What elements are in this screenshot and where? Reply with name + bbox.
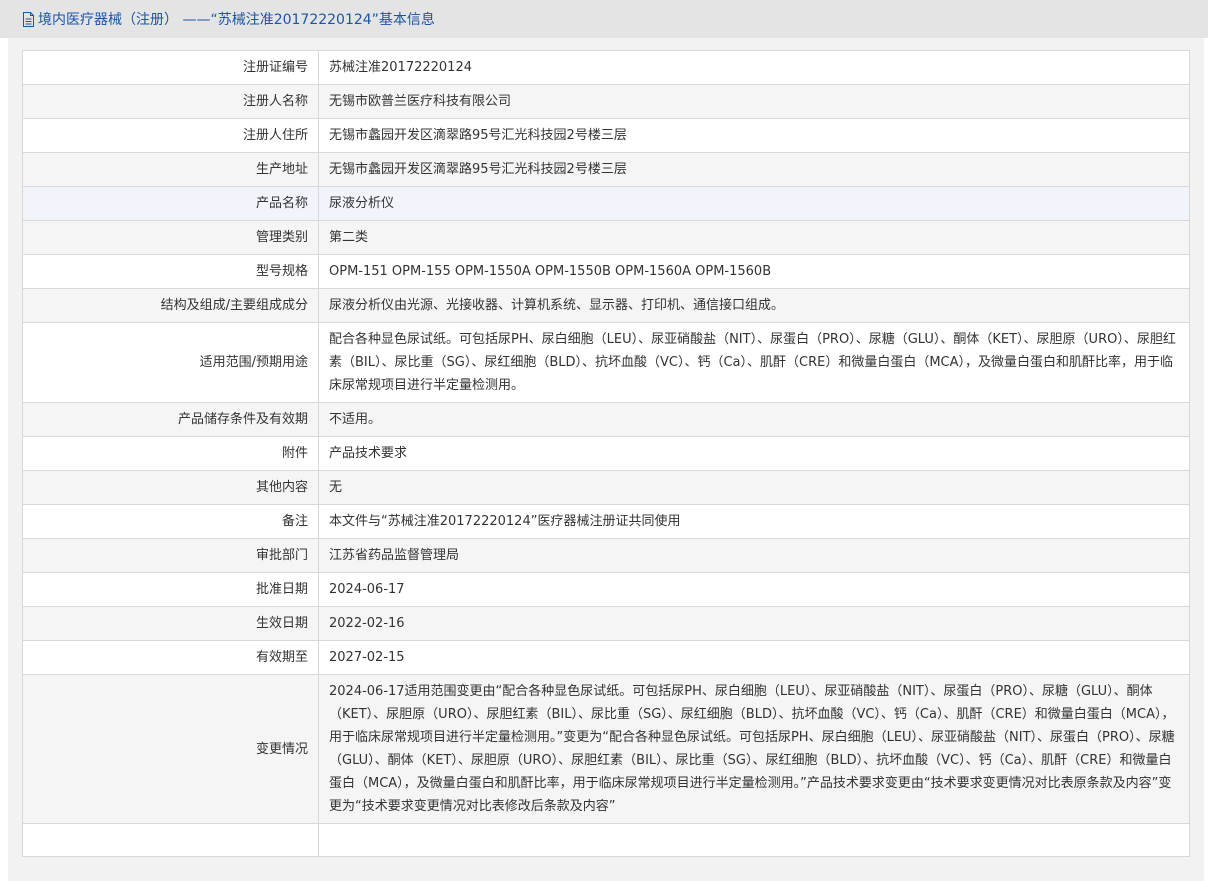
row-value: 江苏省药品监督管理局 [318, 538, 1190, 573]
row-value: 本文件与“苏械注准20172220124”医疗器械注册证共同使用 [318, 504, 1190, 539]
table-row: 变更情况 2024-06-17适用范围变更由“配合各种显色尿试纸。可包括尿PH、尿… [22, 674, 1190, 824]
page-header: 境内医疗器械（注册） ——“苏械注准20172220124”基本信息 [0, 0, 1208, 38]
table-row: 注册人名称 无锡市欧普兰医疗科技有限公司 [22, 84, 1190, 119]
row-label: 产品储存条件及有效期 [22, 402, 319, 437]
table-row: 其他内容无 [22, 470, 1190, 505]
row-label: 管理类别 [22, 220, 319, 255]
table-row: 型号规格 OPM-151 OPM-155 OPM-1550A OPM-1550B … [22, 254, 1190, 289]
row-value: 尿液分析仪由光源、光接收器、计算机系统、显示器、打印机、通信接口组成。 [318, 288, 1190, 323]
table-row: 结构及组成/主要组成成分 尿液分析仪由光源、光接收器、计算机系统、显示器、打印机、… [22, 288, 1190, 323]
table-row: 生效日期 2022-02-16 [22, 606, 1190, 641]
row-value: 无锡市蠡园开发区滴翠路95号汇光科技园2号楼三层 [318, 152, 1190, 187]
table-row: 附件 产品技术要求 [22, 436, 1190, 471]
row-value: 无锡市欧普兰医疗科技有限公司 [318, 84, 1190, 119]
table-row: 注册人住所 无锡市蠡园开发区滴翠路95号汇光科技园2号楼三层 [22, 118, 1190, 153]
row-label: 生产地址 [22, 152, 319, 187]
table-row: 产品名称 尿液分析仪 [22, 186, 1190, 221]
row-label: 审批部门 [22, 538, 319, 573]
content-panel: 注册证编号 苏械注准20172220124 注册人名称 无锡市欧普兰医疗科技有限公司注… [8, 38, 1204, 881]
row-label: 产品名称 [22, 186, 319, 221]
row-label: 有效期至 [22, 640, 319, 675]
table-row: 生产地址 无锡市蠡园开发区滴翠路95号汇光科技园2号楼三层 [22, 152, 1190, 187]
table-row: 有效期至 2027-02-15 [22, 640, 1190, 675]
row-value: 尿液分析仪 [318, 186, 1190, 221]
row-label [22, 823, 319, 857]
document-icon [22, 11, 35, 27]
row-label: 备注 [22, 504, 319, 539]
page-title: 境内医疗器械（注册） ——“苏械注准20172220124”基本信息 [38, 12, 435, 28]
row-value: 2024-06-17适用范围变更由“配合各种显色尿试纸。可包括尿PH、尿白细胞（… [318, 674, 1190, 824]
row-label: 批准日期 [22, 572, 319, 607]
row-label: 变更情况 [22, 674, 319, 824]
row-label: 附件 [22, 436, 319, 471]
table-row: 管理类别 第二类 [22, 220, 1190, 255]
row-label: 适用范围/预期用途 [22, 322, 319, 403]
row-value: 苏械注准20172220124 [318, 50, 1190, 85]
row-value [318, 823, 1190, 857]
info-table-body: 注册证编号 苏械注准20172220124 注册人名称 无锡市欧普兰医疗科技有限公司注… [22, 50, 1190, 857]
row-label: 注册人住所 [22, 118, 319, 153]
row-label: 注册证编号 [22, 50, 319, 85]
table-row: 批准日期 2024-06-17 [22, 572, 1190, 607]
row-value: 不适用。 [318, 402, 1190, 437]
row-label: 其他内容 [22, 470, 319, 505]
row-label: 生效日期 [22, 606, 319, 641]
table-row: 备注 本文件与“苏械注准20172220124”医疗器械注册证共同使用 [22, 504, 1190, 539]
table-row [22, 823, 1190, 857]
row-value: 配合各种显色尿试纸。可包括尿PH、尿白细胞（LEU）、尿亚硝酸盐（NIT）、尿蛋… [318, 322, 1190, 403]
table-row: 适用范围/预期用途 配合各种显色尿试纸。可包括尿PH、尿白细胞（LEU）、尿亚硝酸… [22, 322, 1190, 403]
table-row: 审批部门 江苏省药品监督管理局 [22, 538, 1190, 573]
table-row: 产品储存条件及有效期 不适用。 [22, 402, 1190, 437]
info-table: 注册证编号 苏械注准20172220124 注册人名称 无锡市欧普兰医疗科技有限公司注… [22, 50, 1190, 857]
row-value: 2027-02-15 [318, 640, 1190, 675]
row-value: 2024-06-17 [318, 572, 1190, 607]
row-value: 无锡市蠡园开发区滴翠路95号汇光科技园2号楼三层 [318, 118, 1190, 153]
row-value: 产品技术要求 [318, 436, 1190, 471]
row-value: 2022-02-16 [318, 606, 1190, 641]
row-label: 型号规格 [22, 254, 319, 289]
row-label: 注册人名称 [22, 84, 319, 119]
row-value: 第二类 [318, 220, 1190, 255]
row-value: OPM-151 OPM-155 OPM-1550A OPM-1550B OPM-… [318, 254, 1190, 289]
row-label: 结构及组成/主要组成成分 [22, 288, 319, 323]
table-row: 注册证编号 苏械注准20172220124 [22, 50, 1190, 85]
row-value: 无 [318, 470, 1190, 505]
